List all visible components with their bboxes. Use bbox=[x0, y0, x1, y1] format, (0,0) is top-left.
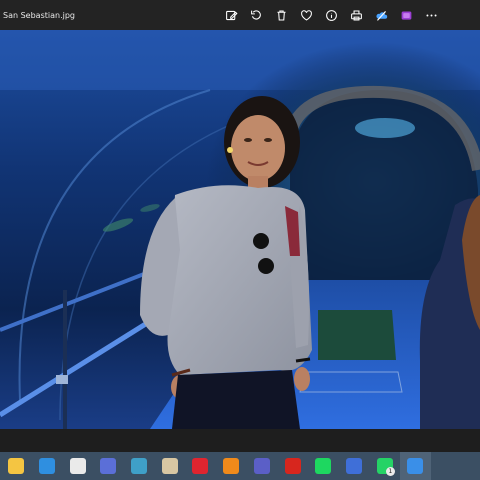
onedrive-button[interactable] bbox=[369, 4, 394, 26]
photo-toolbar bbox=[219, 4, 444, 26]
document-app-icon bbox=[345, 458, 362, 474]
favorite-heart-icon bbox=[301, 9, 312, 21]
rotate-button[interactable] bbox=[244, 4, 269, 26]
clipchamp-icon bbox=[401, 10, 412, 20]
delete-icon bbox=[277, 10, 286, 20]
remote-desktop-icon bbox=[100, 458, 117, 474]
opera-taskbar-button[interactable] bbox=[185, 452, 216, 480]
network-globe-taskbar-button[interactable] bbox=[124, 452, 155, 480]
more-options-button[interactable] bbox=[419, 4, 444, 26]
print-icon bbox=[351, 10, 362, 20]
spotify-icon bbox=[315, 458, 332, 474]
viewer-bottom-bar bbox=[0, 429, 480, 452]
file-explorer-taskbar-button[interactable] bbox=[1, 452, 32, 480]
print-button[interactable] bbox=[344, 4, 369, 26]
aquarium-tunnel-photo bbox=[0, 30, 480, 429]
favorite-button[interactable] bbox=[294, 4, 319, 26]
photo-viewer[interactable] bbox=[0, 30, 480, 429]
rotate-icon bbox=[251, 9, 261, 20]
onedrive-icon bbox=[376, 10, 388, 21]
info-icon bbox=[326, 9, 337, 21]
notification-badge: 1 bbox=[385, 467, 395, 476]
file-explorer-icon bbox=[8, 458, 25, 474]
document-app-taskbar-button[interactable] bbox=[339, 452, 370, 480]
microsoft-store-taskbar-button[interactable] bbox=[62, 452, 93, 480]
mail-icon bbox=[39, 458, 56, 474]
taskbar: 1 bbox=[0, 452, 480, 480]
opera-icon bbox=[192, 458, 209, 474]
whatsapp-taskbar-button[interactable]: 1 bbox=[369, 452, 400, 480]
edit-image-icon bbox=[226, 10, 238, 20]
mail-taskbar-button[interactable] bbox=[32, 452, 63, 480]
delete-button[interactable] bbox=[269, 4, 294, 26]
paint-icon bbox=[161, 458, 178, 474]
remote-desktop-taskbar-button[interactable] bbox=[93, 452, 124, 480]
edit-image-button[interactable] bbox=[219, 4, 244, 26]
file-name: San Sebastian.jpg bbox=[3, 10, 75, 20]
spotify-taskbar-button[interactable] bbox=[308, 452, 339, 480]
teams-icon bbox=[253, 458, 270, 474]
microsoft-store-icon bbox=[69, 458, 86, 474]
photos-icon bbox=[407, 458, 424, 474]
acrobat-taskbar-button[interactable] bbox=[277, 452, 308, 480]
teams-taskbar-button[interactable] bbox=[247, 452, 278, 480]
photos-taskbar-button[interactable] bbox=[399, 452, 431, 480]
paint-taskbar-button[interactable] bbox=[154, 452, 185, 480]
vlc-taskbar-button[interactable] bbox=[216, 452, 247, 480]
acrobat-icon bbox=[284, 458, 301, 474]
title-bar: San Sebastian.jpg bbox=[0, 0, 480, 30]
more-options-icon bbox=[426, 14, 437, 16]
clipchamp-button[interactable] bbox=[394, 4, 419, 26]
network-globe-icon bbox=[131, 458, 148, 474]
info-button[interactable] bbox=[319, 4, 344, 26]
vlc-icon bbox=[223, 458, 240, 474]
